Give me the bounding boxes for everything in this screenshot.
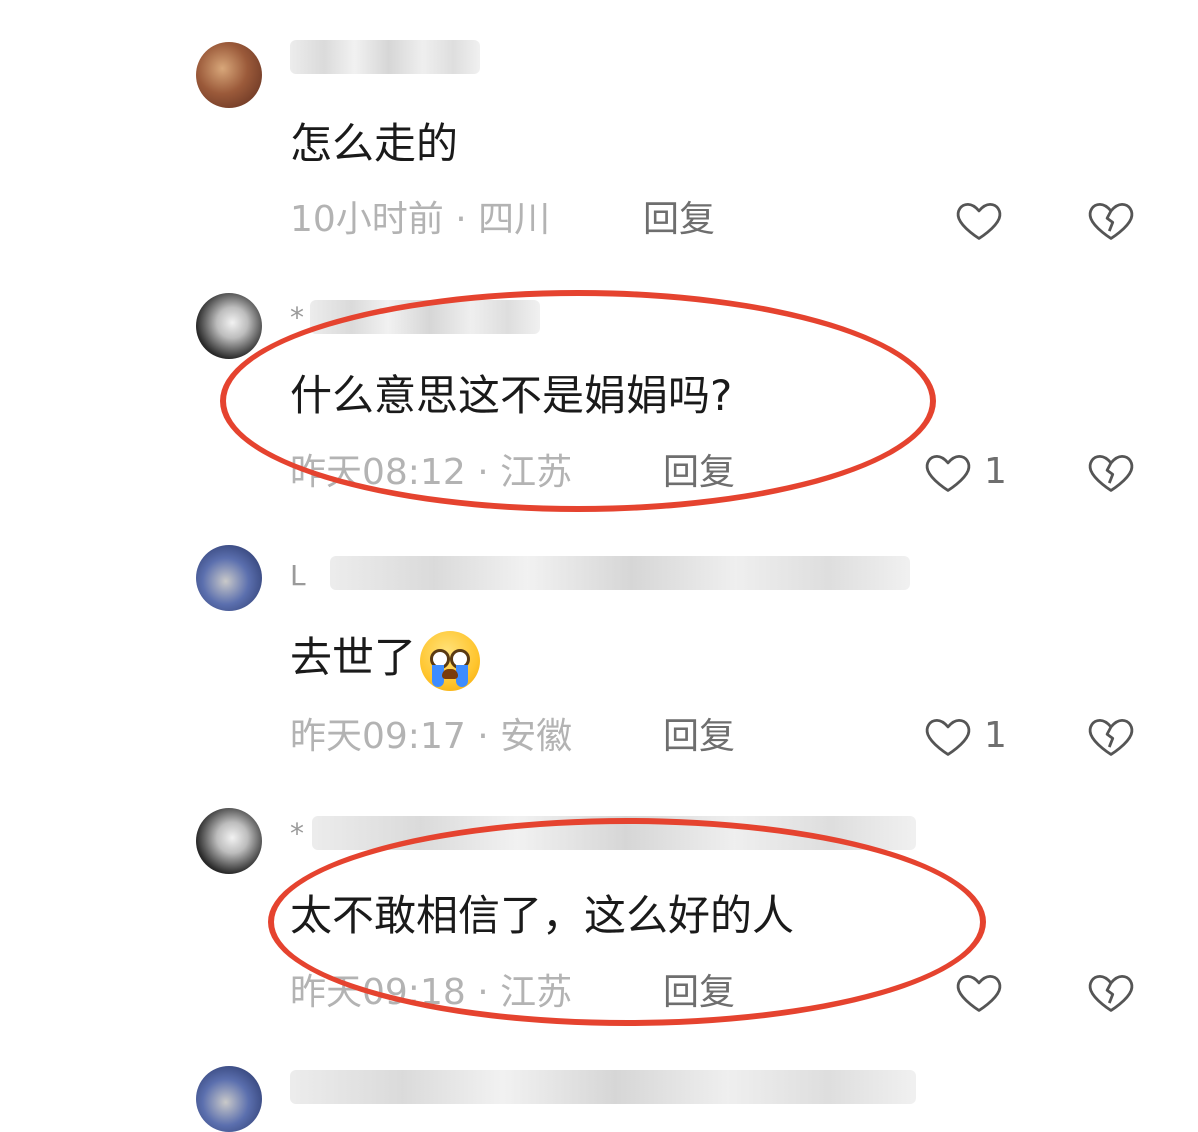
blurred-nickname [290, 1070, 916, 1104]
dislike-button[interactable] [1085, 194, 1137, 246]
comment-meta: 昨天08:12 · 江苏 [290, 452, 573, 493]
comment-meta: 10小时前 · 四川 [290, 199, 551, 240]
broken-heart-icon [1088, 202, 1134, 240]
heart-outline-icon [956, 202, 1002, 240]
comment-meta: 昨天09:18 · 江苏 [290, 972, 573, 1013]
like-count: 1 [984, 715, 1007, 756]
like-count: 1 [984, 451, 1007, 492]
blurred-nickname [312, 816, 916, 850]
crying-face-icon [420, 630, 481, 691]
blurred-nickname [310, 300, 540, 334]
reply-button[interactable]: 回复 [663, 713, 735, 761]
like-button[interactable]: 1 [922, 710, 1007, 762]
avatar[interactable] [196, 1066, 262, 1132]
broken-heart-icon [1088, 974, 1134, 1012]
broken-heart-icon [1088, 718, 1134, 756]
blurred-nickname [330, 556, 910, 590]
avatar[interactable] [196, 808, 262, 874]
dislike-button[interactable] [1085, 966, 1137, 1018]
like-button[interactable] [953, 966, 1015, 1018]
blurred-nickname [290, 40, 480, 74]
dislike-button[interactable] [1085, 710, 1137, 762]
nickname-prefix: * [290, 817, 304, 850]
comment-text: 去世了 [290, 630, 481, 691]
broken-heart-icon [1088, 454, 1134, 492]
like-button[interactable]: 1 [922, 446, 1007, 498]
comment-text: 什么意思这不是娟娟吗? [290, 371, 733, 420]
dislike-button[interactable] [1085, 446, 1137, 498]
like-button[interactable] [953, 194, 1015, 246]
reply-button[interactable]: 回复 [643, 196, 715, 244]
nickname-prefix: * [290, 301, 304, 334]
heart-outline-icon [925, 454, 971, 492]
heart-outline-icon [956, 974, 1002, 1012]
avatar[interactable] [196, 293, 262, 359]
heart-outline-icon [925, 718, 971, 756]
reply-button[interactable]: 回复 [663, 449, 735, 497]
avatar[interactable] [196, 545, 262, 611]
comment-text-label: 去世了 [290, 633, 417, 682]
nickname-prefix: L [290, 559, 306, 592]
reply-button[interactable]: 回复 [663, 969, 735, 1017]
comment-meta: 昨天09:17 · 安徽 [290, 716, 573, 757]
avatar[interactable] [196, 42, 262, 108]
comment-text: 怎么走的 [290, 119, 459, 168]
comment-text: 太不敢相信了，这么好的人 [290, 891, 795, 940]
